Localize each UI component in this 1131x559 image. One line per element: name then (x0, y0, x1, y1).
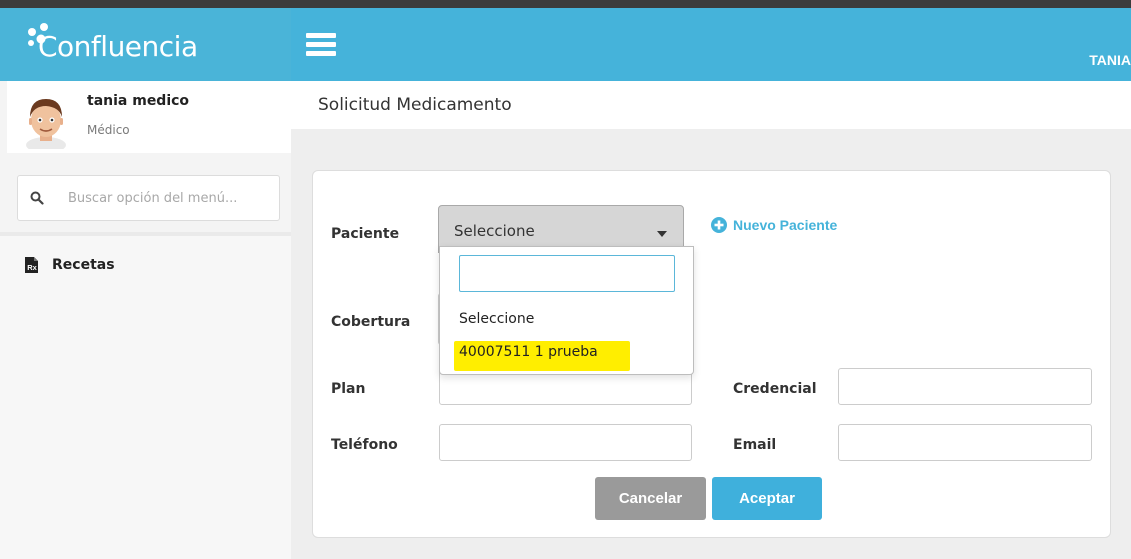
sidebar-menu: Rx Recetas (0, 236, 291, 559)
page-header: Solicitud Medicamento (291, 81, 1131, 129)
new-patient-label: Nuevo Paciente (733, 217, 838, 233)
avatar (26, 99, 66, 149)
dropdown-option[interactable]: Seleccione (459, 311, 534, 327)
paciente-select-value: Seleccione (454, 222, 535, 240)
cancel-button[interactable]: Cancelar (595, 477, 706, 520)
svg-text:Rx: Rx (27, 263, 37, 272)
sidebar-item-recetas[interactable]: Rx Recetas (25, 254, 115, 276)
dropdown-option[interactable]: 40007511 1 prueba (459, 344, 598, 360)
brand-name: Confluencia (38, 30, 198, 63)
top-border (0, 0, 1131, 8)
telefono-label: Teléfono (331, 437, 398, 453)
menu-search-box[interactable] (17, 175, 280, 221)
new-patient-link[interactable]: Nuevo Paciente (711, 217, 837, 233)
paciente-label: Paciente (331, 226, 400, 242)
page-title: Solicitud Medicamento (318, 95, 512, 115)
email-field[interactable] (838, 424, 1092, 461)
top-bar: Confluencia TANIA (0, 0, 1131, 81)
menu-search-input[interactable] (68, 187, 268, 209)
accept-button[interactable]: Aceptar (712, 477, 822, 520)
cobertura-label: Cobertura (331, 314, 411, 330)
brand-area[interactable]: Confluencia (0, 8, 291, 81)
credencial-label: Credencial (733, 381, 817, 397)
email-label: Email (733, 437, 777, 453)
caret-down-icon (657, 231, 667, 237)
sidebar: tania medico Médico Rx Recetas (0, 81, 291, 559)
plan-label: Plan (331, 381, 366, 397)
menu-toggle-icon[interactable] (306, 33, 336, 57)
credencial-field[interactable] (838, 368, 1092, 405)
user-menu[interactable]: TANIA (1089, 52, 1131, 68)
paciente-dropdown: Seleccione 40007511 1 prueba (439, 246, 694, 375)
profile-name: tania medico (87, 93, 190, 109)
prescription-file-icon: Rx (25, 257, 38, 273)
search-icon (30, 191, 44, 205)
main-content: Solicitud Medicamento Paciente Seleccion… (291, 81, 1131, 559)
plus-circle-icon (711, 217, 727, 233)
navbar: TANIA (291, 8, 1131, 81)
sidebar-item-label: Recetas (52, 257, 115, 273)
dropdown-search-input[interactable] (459, 255, 675, 292)
user-profile: tania medico Médico (7, 81, 291, 153)
profile-role: Médico (87, 123, 130, 137)
telefono-field[interactable] (439, 424, 692, 461)
